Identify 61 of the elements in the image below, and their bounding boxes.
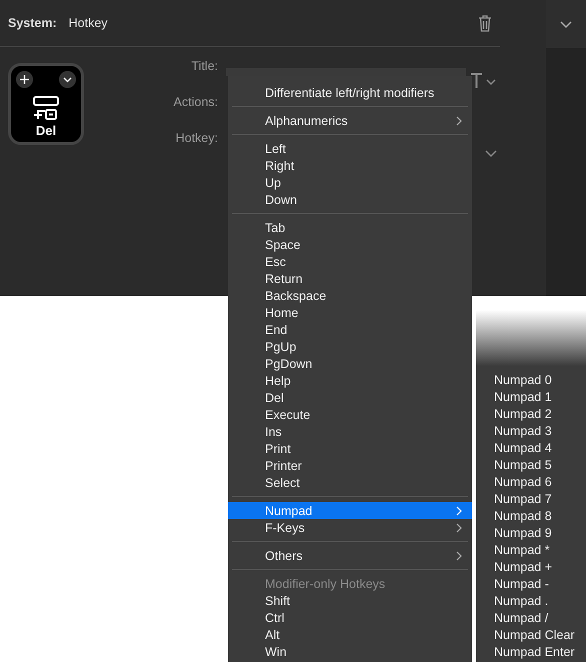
trash-icon[interactable] bbox=[478, 14, 492, 32]
menu-item[interactable]: PgDown bbox=[228, 355, 472, 372]
menu-item[interactable]: Del bbox=[228, 389, 472, 406]
header-label: System: bbox=[8, 16, 57, 30]
menu-item[interactable]: Tab bbox=[228, 219, 472, 236]
field-label: Actions: bbox=[174, 94, 218, 111]
menu-item[interactable]: End bbox=[228, 321, 472, 338]
menu-item[interactable]: Numpad * bbox=[476, 542, 586, 559]
chevron-icon[interactable] bbox=[59, 71, 76, 88]
chevron-right-icon bbox=[456, 550, 462, 560]
header-value: Hotkey bbox=[68, 16, 108, 30]
menu-item[interactable]: Space bbox=[228, 236, 472, 253]
menu-item[interactable]: Printer bbox=[228, 457, 472, 474]
menu-item[interactable]: Select bbox=[228, 474, 472, 491]
submenu-item[interactable]: F-Keys bbox=[228, 519, 472, 536]
menu-item[interactable]: Numpad 3 bbox=[476, 423, 586, 440]
menu-item[interactable]: Numpad 4 bbox=[476, 440, 586, 457]
plus-icon[interactable] bbox=[16, 71, 33, 88]
keyboard-key-icon bbox=[32, 95, 60, 121]
key-tile[interactable]: Del bbox=[8, 63, 84, 145]
menu-item[interactable]: Numpad 1 bbox=[476, 389, 586, 406]
menu-item[interactable]: Home bbox=[228, 304, 472, 321]
menu-item[interactable]: Numpad Clear bbox=[476, 627, 586, 644]
menu-item[interactable]: Numpad + bbox=[476, 559, 586, 576]
menu-item[interactable]: Differentiate left/right modifiers bbox=[228, 84, 472, 101]
menu-item[interactable]: Right bbox=[228, 157, 472, 174]
chevron-icon[interactable] bbox=[559, 19, 573, 29]
chevron-right-icon bbox=[456, 116, 462, 126]
submenu-item[interactable]: Alphanumerics bbox=[228, 112, 472, 129]
menu-item[interactable]: Numpad 5 bbox=[476, 457, 586, 474]
field-label: Hotkey: bbox=[176, 130, 218, 147]
menu-item[interactable]: Numpad . bbox=[476, 593, 586, 610]
menu-item[interactable]: Ctrl bbox=[228, 609, 472, 626]
key-caption: Del bbox=[36, 123, 56, 138]
menu-section-header: Modifier-only Hotkeys bbox=[264, 576, 386, 592]
submenu-item[interactable]: Others bbox=[228, 547, 472, 564]
menu-item[interactable]: Left bbox=[228, 140, 472, 157]
menu-item[interactable]: Numpad 6 bbox=[476, 474, 586, 491]
menu-item[interactable]: Numpad Enter bbox=[476, 644, 586, 661]
menu-item[interactable]: Numpad 2 bbox=[476, 406, 586, 423]
menu-item[interactable]: Shift bbox=[228, 592, 472, 609]
menu-item[interactable]: Numpad 8 bbox=[476, 508, 586, 525]
menu-item[interactable]: Execute bbox=[228, 406, 472, 423]
menu-item[interactable]: Numpad 7 bbox=[476, 491, 586, 508]
menu-item[interactable]: Down bbox=[228, 191, 472, 208]
menu-item[interactable]: Win bbox=[228, 643, 472, 660]
menu-item[interactable]: Print bbox=[228, 440, 472, 457]
menu-item[interactable]: Numpad / bbox=[476, 610, 586, 627]
submenu-item[interactable]: Numpad bbox=[228, 502, 472, 519]
menu-item[interactable]: Esc bbox=[228, 253, 472, 270]
menu-item[interactable]: Help bbox=[228, 372, 472, 389]
menu-item[interactable]: Numpad - bbox=[476, 576, 586, 593]
menu-item[interactable]: Numpad 9 bbox=[476, 525, 586, 542]
menu-item[interactable]: Up bbox=[228, 174, 472, 191]
menu-item[interactable]: Backspace bbox=[228, 287, 472, 304]
menu-item[interactable]: Alt bbox=[228, 626, 472, 643]
menu-item[interactable]: Numpad 0 bbox=[476, 372, 586, 389]
menu-item[interactable]: PgUp bbox=[228, 338, 472, 355]
menu-item[interactable]: Ins bbox=[228, 423, 472, 440]
field-label: Title: bbox=[191, 58, 218, 75]
menu-item[interactable]: Return bbox=[228, 270, 472, 287]
